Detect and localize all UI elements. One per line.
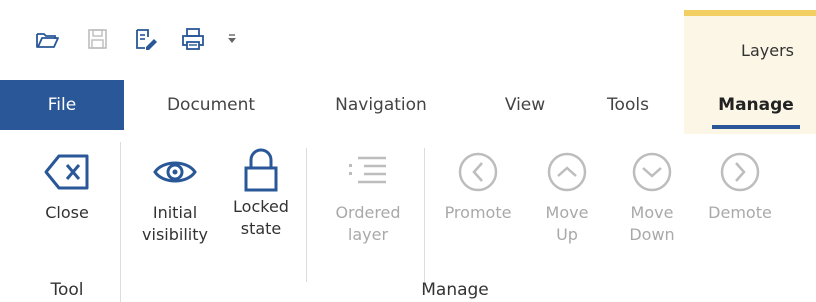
move-down-button[interactable]: Move Down — [614, 152, 690, 246]
tab-manage[interactable]: Manage — [706, 80, 806, 130]
demote-button[interactable]: Demote — [694, 152, 786, 224]
close-button[interactable]: Close — [30, 152, 104, 224]
print-icon[interactable] — [180, 26, 206, 52]
group-label-manage: Manage — [421, 280, 489, 300]
tab-navigation[interactable]: Navigation — [320, 80, 442, 130]
chevron-down-circle-icon — [632, 152, 672, 192]
tab-tools[interactable]: Tools — [596, 80, 660, 130]
tab-view[interactable]: View — [490, 80, 560, 130]
group-divider — [120, 142, 121, 302]
backspace-x-icon — [44, 154, 89, 190]
promote-label: Promote — [444, 203, 512, 222]
ordered-layer-button[interactable]: Ordered layer — [320, 152, 416, 246]
locked-state-label: Locked state — [233, 197, 289, 238]
move-up-label: Move Up — [545, 203, 589, 244]
initial-visibility-label: Initial visibility — [142, 203, 208, 244]
demote-label: Demote — [708, 203, 772, 222]
separator — [424, 148, 425, 282]
contextual-tab-group-label: Layers — [741, 41, 794, 60]
move-down-label: Move Down — [629, 203, 675, 244]
separator — [306, 148, 307, 282]
eye-icon — [153, 161, 197, 183]
ordered-layer-label: Ordered layer — [335, 203, 401, 244]
ribbon-tabs: File Document Navigation View Tools Mana… — [0, 80, 816, 130]
move-up-button[interactable]: Move Up — [530, 152, 604, 246]
promote-button[interactable]: Promote — [432, 152, 524, 224]
lock-icon — [244, 148, 278, 192]
chevron-up-circle-icon — [547, 152, 587, 192]
active-tab-indicator — [712, 125, 800, 129]
chevron-left-circle-icon — [458, 152, 498, 192]
locked-state-button[interactable]: Locked state — [222, 148, 300, 240]
initial-visibility-button[interactable]: Initial visibility — [132, 152, 218, 246]
tab-file[interactable]: File — [0, 80, 124, 130]
customize-dropdown-icon[interactable] — [226, 30, 238, 46]
chevron-right-circle-icon — [720, 152, 760, 192]
save-icon[interactable] — [84, 26, 110, 52]
edit-document-icon[interactable] — [132, 26, 158, 52]
group-label-tool: Tool — [50, 280, 84, 300]
ordered-list-icon — [349, 156, 386, 184]
open-folder-icon[interactable] — [34, 26, 60, 52]
tab-document[interactable]: Document — [152, 80, 270, 130]
close-button-label: Close — [45, 203, 89, 222]
